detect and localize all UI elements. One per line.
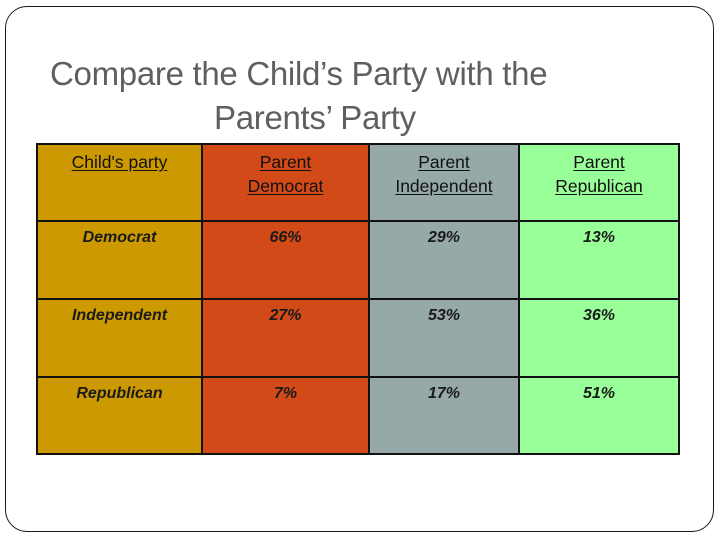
- header-parent-democrat: Parent Democrat: [201, 143, 370, 222]
- table-row: Democrat 66% 29% 13%: [36, 220, 680, 300]
- table-row: Republican 7% 17% 51%: [36, 376, 680, 455]
- party-comparison-table: Child's party Parent Democrat Parent Ind…: [36, 143, 680, 455]
- cell-democrat-parent-independent: 29%: [368, 220, 520, 300]
- header-child-party-label: Child's party: [71, 152, 168, 172]
- header-parent-republican-line1: Parent: [573, 152, 625, 172]
- cell-republican-parent-independent: 17%: [368, 376, 520, 455]
- header-parent-independent-line2: Independent: [395, 176, 493, 196]
- cell-independent-parent-republican: 36%: [518, 298, 680, 378]
- header-parent-republican-line2: Republican: [555, 176, 643, 196]
- header-parent-republican: Parent Republican: [518, 143, 680, 222]
- slide-title-line-1: Compare the Child’s Party with the: [50, 55, 548, 92]
- cell-republican-parent-republican: 51%: [518, 376, 680, 455]
- cell-democrat-parent-democrat: 66%: [201, 220, 370, 300]
- header-parent-democrat-line1: Parent: [259, 152, 312, 172]
- header-parent-independent-line1: Parent: [418, 152, 470, 172]
- header-child-party: Child's party: [36, 143, 203, 222]
- table-header-row: Child's party Parent Democrat Parent Ind…: [36, 143, 680, 222]
- row-label-independent: Independent: [36, 298, 203, 378]
- row-label-republican: Republican: [36, 376, 203, 455]
- table-row: Independent 27% 53% 36%: [36, 298, 680, 378]
- slide-title: Compare the Child’s Party with the Paren…: [30, 52, 630, 140]
- cell-democrat-parent-republican: 13%: [518, 220, 680, 300]
- row-label-democrat: Democrat: [36, 220, 203, 300]
- header-parent-democrat-line2: Democrat: [247, 176, 324, 196]
- slide-title-line-2: Parents’ Party: [214, 99, 416, 136]
- cell-republican-parent-democrat: 7%: [201, 376, 370, 455]
- header-parent-independent: Parent Independent: [368, 143, 520, 222]
- cell-independent-parent-independent: 53%: [368, 298, 520, 378]
- cell-independent-parent-democrat: 27%: [201, 298, 370, 378]
